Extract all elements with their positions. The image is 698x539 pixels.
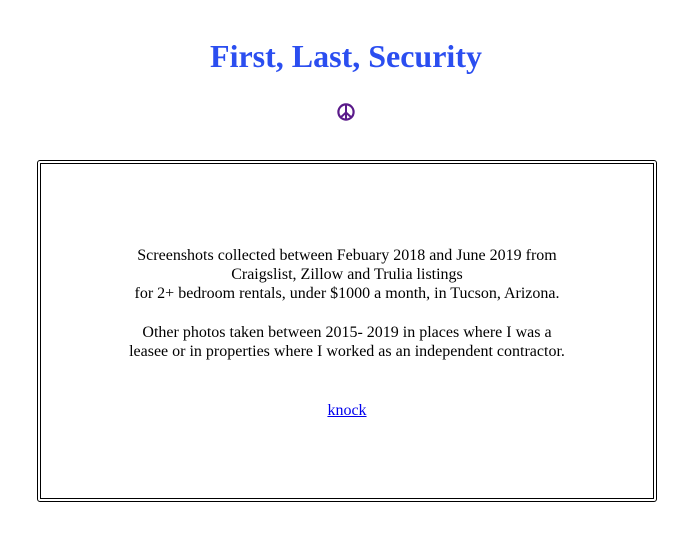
knock-link[interactable]: knock	[327, 402, 366, 419]
knock-link-container: knock	[41, 401, 653, 420]
content-box: Screenshots collected between Febuary 20…	[37, 160, 657, 502]
peace-symbol-svg	[337, 103, 355, 121]
description-line: Craigslist, Zillow and Trulia listings	[231, 266, 463, 283]
description-text: Screenshots collected between Febuary 20…	[41, 246, 653, 361]
description-line: Other photos taken between 2015- 2019 in…	[142, 324, 552, 341]
page-title: First, Last, Security	[210, 38, 482, 74]
description-line: for 2+ bedroom rentals, under $1000 a mo…	[134, 285, 560, 302]
description-line: leasee or in properties where I worked a…	[129, 343, 565, 360]
peace-symbol-icon	[337, 103, 355, 121]
description-line: Screenshots collected between Febuary 20…	[137, 247, 557, 264]
